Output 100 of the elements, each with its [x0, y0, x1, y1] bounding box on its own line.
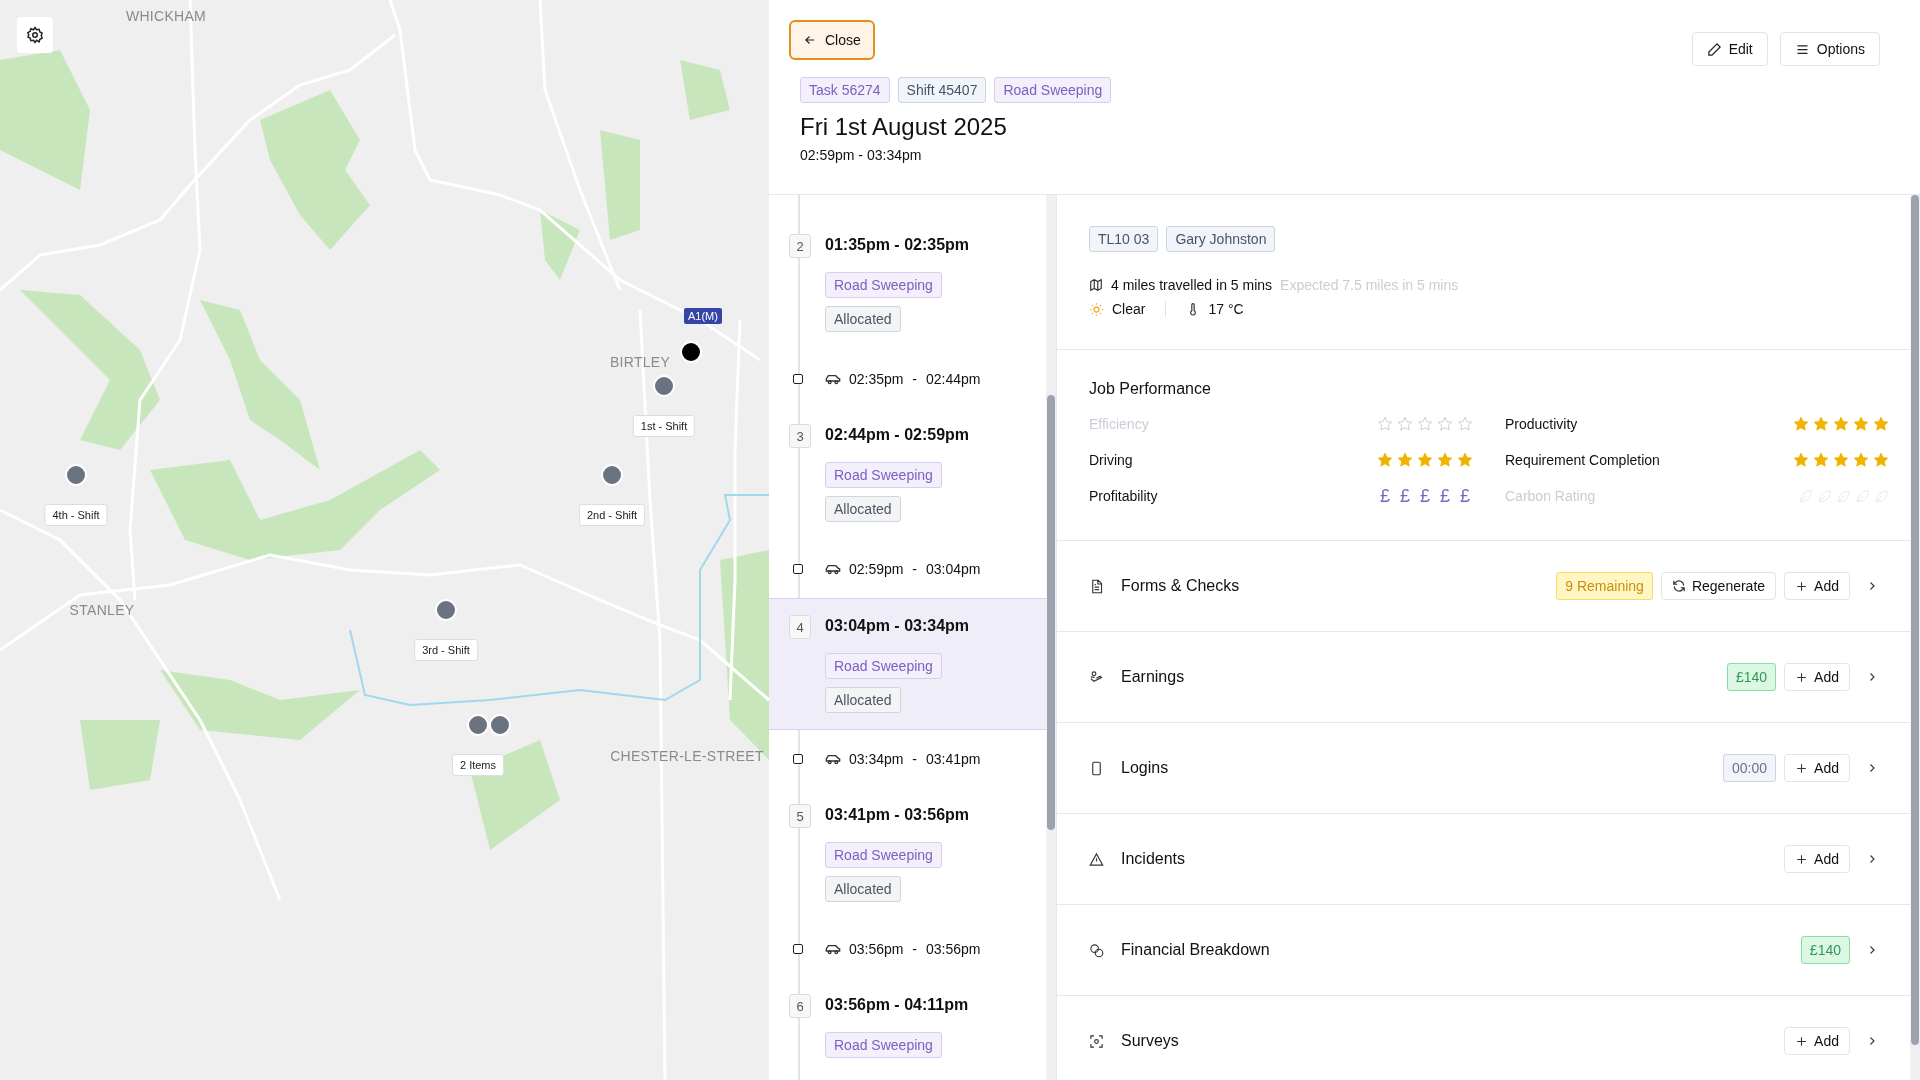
place-label: CHESTER-LE-STREET [610, 748, 764, 764]
section-row[interactable]: Financial Breakdown £140 [1057, 905, 1910, 996]
plus-icon [1795, 761, 1809, 775]
sun-icon [1089, 301, 1104, 317]
tag: Road Sweeping [825, 1032, 942, 1058]
edit-button[interactable]: Edit [1691, 32, 1768, 66]
add-button[interactable]: Add [1784, 754, 1850, 782]
temperature-text: 17 °C [1208, 301, 1244, 317]
cluster-marker[interactable] [467, 714, 511, 736]
star-icon [1853, 416, 1869, 432]
section-title: Forms & Checks [1121, 577, 1240, 595]
timeline-stop[interactable]: 3 02:44pm - 02:59pm Road Sweeping Allocated [769, 408, 1046, 540]
star-icon [1377, 452, 1393, 468]
star-icon [1873, 452, 1889, 468]
badge: 9 Remaining [1556, 572, 1653, 600]
metric-label: Profitability [1089, 488, 1158, 504]
tag: Road Sweeping [994, 77, 1112, 103]
timeline-stop[interactable]: 5 03:41pm - 03:56pm Road Sweeping Allocated [769, 788, 1046, 920]
coins-icon [1089, 942, 1104, 958]
distance-text: 4 miles travelled in 5 mins [1111, 277, 1273, 293]
metric-label: Productivity [1505, 416, 1578, 432]
plus-icon [1795, 852, 1809, 866]
metric-label: Driving [1089, 452, 1133, 468]
section-row[interactable]: Logins 00:00 Add [1057, 723, 1910, 814]
map-marker[interactable] [601, 464, 623, 486]
close-button[interactable]: Close [789, 20, 875, 60]
timeline-stop[interactable]: 6 03:56pm - 04:11pm Road Sweeping [769, 978, 1046, 1080]
document-icon [1089, 578, 1104, 594]
section-title: Logins [1121, 759, 1169, 777]
road-sign: A1(M) [684, 308, 722, 324]
pencil-icon [1706, 41, 1722, 57]
star-icon [1793, 416, 1809, 432]
vehicle-marker[interactable] [680, 341, 702, 363]
section-title: Earnings [1121, 668, 1185, 686]
pound-sign: £ [1379, 485, 1391, 507]
car-icon [825, 562, 841, 576]
marker-label[interactable]: 1st - Shift [632, 415, 696, 437]
section-heading: Job Performance [1089, 380, 1212, 398]
place-label: BIRTLEY [609, 354, 671, 370]
scan-icon [1089, 1033, 1104, 1049]
page-title: Fri 1st August 2025 [800, 113, 1007, 141]
marker-label[interactable]: 4th - Shift [44, 504, 108, 526]
add-button[interactable]: Add [1784, 1027, 1850, 1055]
badge: £140 [1726, 663, 1777, 691]
pound-sign: £ [1459, 485, 1471, 507]
stop-number: 4 [789, 615, 811, 639]
star-icon [1417, 452, 1433, 468]
stop-number: 3 [789, 424, 811, 448]
tag: Allocated [825, 687, 901, 713]
weather-text: Clear [1112, 301, 1146, 317]
star-icon [1397, 416, 1413, 432]
section-row[interactable]: Earnings £140 Add [1057, 632, 1910, 723]
tag: Task 56274 [800, 77, 890, 103]
timeline-stop[interactable]: 4 03:04pm - 03:34pm Road Sweeping Allocated [769, 598, 1046, 730]
leaf-icon [1817, 488, 1832, 504]
warning-icon [1089, 851, 1104, 867]
section-row[interactable]: Surveys Add [1057, 996, 1910, 1080]
map-marker[interactable] [65, 464, 87, 486]
regenerate-button[interactable]: Regenerate [1660, 572, 1777, 600]
place-label: STANLEY [69, 602, 135, 618]
tag: Shift 45407 [897, 77, 987, 103]
map-marker[interactable] [653, 375, 675, 397]
options-button[interactable]: Options [1779, 32, 1880, 66]
arrow-left-icon [803, 33, 817, 47]
leaf-icon [1798, 488, 1813, 504]
badge: £140 [1800, 936, 1850, 964]
leaf-icon [1855, 488, 1870, 504]
star-icon [1813, 452, 1829, 468]
marker-label[interactable]: 2nd - Shift [578, 504, 646, 526]
map[interactable]: WHICKHAM A1(M) BIRTLEY 1st - Shift 4th - Shift 2nd - Shift STANLEY 3rd - Shift 2 Items CHESTER-LE-STREET [0, 0, 769, 1080]
star-icon [1457, 416, 1473, 432]
plus-icon [1795, 579, 1809, 593]
add-button[interactable]: Add [1784, 572, 1850, 600]
settings-button[interactable] [17, 17, 53, 53]
stop-time: 02:44pm - 02:59pm [825, 426, 970, 444]
stop-time: 01:35pm - 02:35pm [825, 236, 970, 254]
star-icon [1417, 416, 1433, 432]
pound-sign: £ [1439, 485, 1451, 507]
car-icon [825, 752, 841, 766]
scrollbar[interactable] [1047, 395, 1055, 830]
timeline-stop[interactable]: 2 01:35pm - 02:35pm Road Sweeping Allocated [769, 218, 1046, 350]
tag: Road Sweeping [825, 272, 942, 298]
marker-label[interactable]: 3rd - Shift [414, 639, 478, 661]
stop-number: 5 [789, 804, 811, 828]
map-marker[interactable] [435, 599, 457, 621]
star-icon [1833, 416, 1849, 432]
section-row[interactable]: Incidents Add [1057, 814, 1910, 905]
add-button[interactable]: Add [1784, 663, 1850, 691]
add-button[interactable]: Add [1784, 845, 1850, 873]
settings-icon [26, 26, 44, 44]
plus-icon [1795, 670, 1809, 684]
star-icon [1437, 416, 1453, 432]
scrollbar[interactable] [1911, 195, 1919, 1045]
stop-time: 03:04pm - 03:34pm [825, 617, 970, 635]
section-row[interactable]: Forms & Checks 9 Remaining Regenerate Add [1057, 541, 1910, 632]
travel-time: 03:34pm - 03:41pm [849, 751, 981, 767]
marker-label[interactable]: 2 Items [451, 754, 505, 776]
hand-coins-icon [1089, 669, 1104, 685]
star-icon [1833, 452, 1849, 468]
star-icon [1793, 452, 1809, 468]
